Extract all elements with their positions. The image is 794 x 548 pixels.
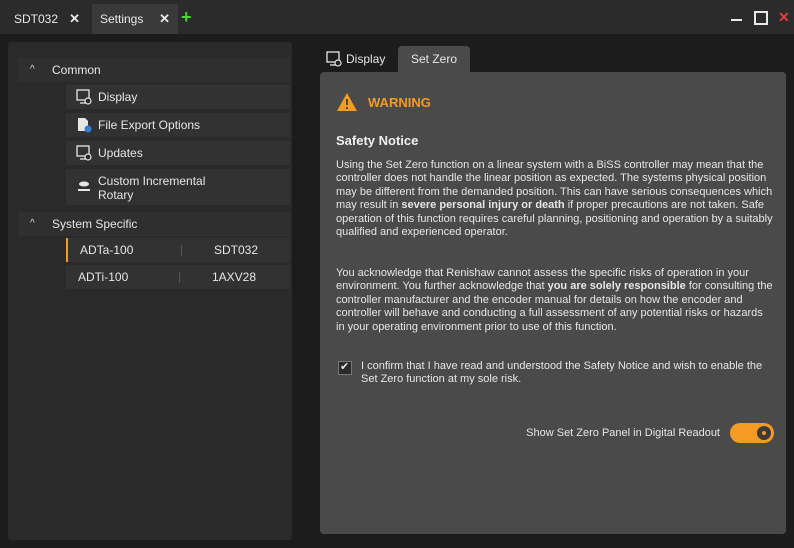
sidebar-item-label: File Export Options [98,118,201,132]
safety-paragraph-1: Using the Set Zero function on a linear … [336,159,774,239]
settings-sidebar: ^ Common Display File Export Options Upd… [8,42,292,540]
safety-paragraph-2: You acknowledge that Renishaw cannot ass… [336,267,774,334]
chevron-up-icon: ^ [30,218,35,229]
updates-icon [76,145,92,161]
toggle-label: Show Set Zero Panel in Digital Readout [526,427,720,439]
device-name: ADTa-100 [80,243,134,257]
section-label: Common [52,63,101,77]
close-tab-icon[interactable]: ✕ [69,4,80,34]
maximize-icon[interactable] [752,8,770,26]
divider [179,272,180,283]
add-tab-icon[interactable]: + [181,5,192,29]
divider [181,245,182,256]
display-settings-icon [76,89,92,105]
confirm-checkbox[interactable] [338,360,352,375]
close-window-icon[interactable]: ✕ [778,8,794,26]
confirm-label: I confirm that I have read and understoo… [361,360,763,386]
sidebar-item-display[interactable]: Display [66,85,290,109]
file-export-icon [76,117,92,133]
set-zero-panel: WARNING Safety Notice Using the Set Zero… [320,72,786,534]
warning-title: WARNING [368,95,431,110]
rotary-icon [76,179,92,195]
device-name: ADTi-100 [78,270,129,284]
section-label: System Specific [52,217,138,231]
paragraph-emphasis: you are solely responsible [547,280,686,293]
sidebar-item-label: Custom Incremental Rotary [98,174,206,202]
section-system-specific[interactable]: ^ System Specific [18,212,290,236]
safety-notice-title: Safety Notice [336,133,419,148]
device-row-adta-100[interactable]: ADTa-100 SDT032 [66,238,290,262]
tab-settings[interactable]: Settings ✕ [92,4,178,34]
close-tab-icon[interactable]: ✕ [159,4,170,34]
sidebar-item-updates[interactable]: Updates [66,141,290,165]
tab-set-zero[interactable]: Set Zero [398,46,470,72]
toggle-knob [757,426,771,440]
sidebar-item-label: Display [98,90,138,104]
display-settings-icon [326,51,342,67]
minimize-icon[interactable] [728,8,746,26]
sidebar-item-label: Updates [98,146,143,160]
section-common[interactable]: ^ Common [18,58,290,82]
tab-label: SDT032 [14,12,59,26]
device-row-adti-100[interactable]: ADTi-100 1AXV28 [66,265,290,289]
sidebar-item-file-export[interactable]: File Export Options [66,113,290,137]
title-bar: SDT032 ✕ Settings ✕ + ✕ [0,0,794,34]
device-serial: 1AXV28 [212,270,257,284]
tab-label: Settings [100,12,144,26]
warning-icon [336,92,358,112]
tab-sdt032[interactable]: SDT032 ✕ [6,4,88,34]
show-set-zero-toggle[interactable] [730,423,774,443]
chevron-up-icon: ^ [30,64,35,75]
tab-display[interactable]: Display [326,46,396,72]
tab-label: Display [346,52,386,66]
sidebar-item-custom-rotary[interactable]: Custom Incremental Rotary [66,169,290,205]
paragraph-emphasis: severe personal injury or death [401,199,565,212]
device-serial: SDT032 [214,243,259,257]
